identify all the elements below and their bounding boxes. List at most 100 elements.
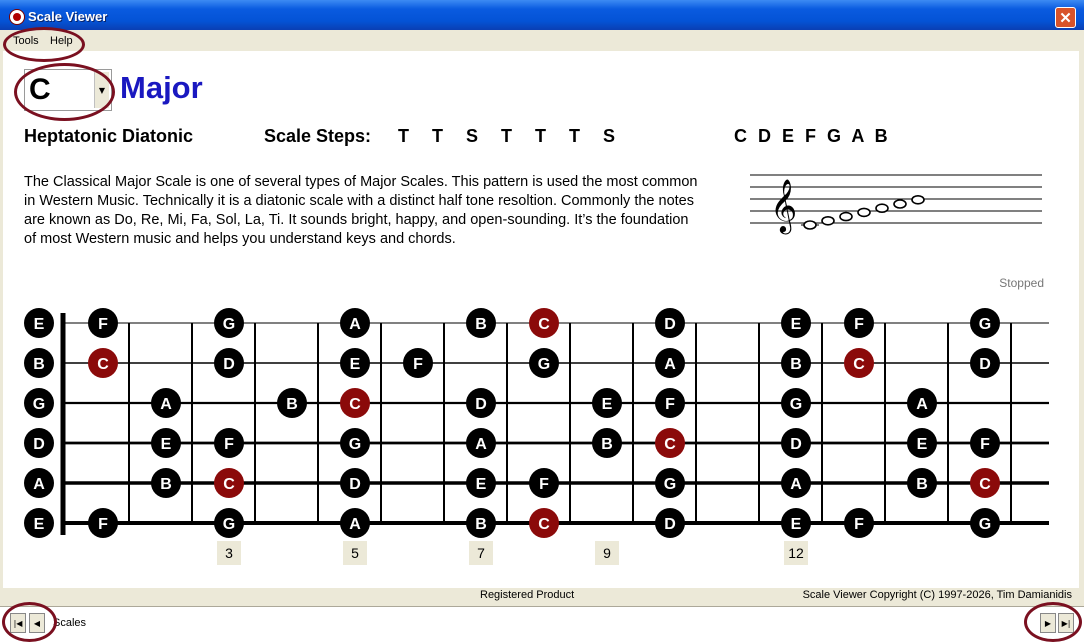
note-label: A — [790, 476, 802, 493]
note-label: C — [664, 436, 676, 453]
scale-name: Major — [120, 70, 203, 105]
note-label: D — [790, 436, 802, 453]
note-label: A — [160, 396, 172, 413]
note-label: E — [917, 436, 928, 453]
menu-help[interactable]: Help — [50, 35, 73, 47]
note-label: C — [538, 516, 550, 533]
note-label: B — [475, 316, 487, 333]
note-label: G — [33, 396, 45, 413]
fret-marker-label: 7 — [477, 545, 485, 561]
note-label: E — [791, 516, 802, 533]
note-label: D — [664, 316, 676, 333]
navigation-label: Scales — [53, 617, 87, 629]
note-label: A — [475, 436, 487, 453]
note-label: C — [853, 356, 865, 373]
note-label: G — [790, 396, 802, 413]
app-icon — [9, 9, 25, 25]
note-label: G — [979, 516, 991, 533]
note-label: B — [790, 356, 802, 373]
next-button[interactable]: ▶ — [1040, 613, 1056, 633]
note-label: G — [349, 436, 361, 453]
fretboard: 3 5 7 9 12 E B G D A E F G A B C D E F G C D E F G A B C D A B C D E F G A E F… — [24, 308, 1049, 565]
music-staff: 𝄞 — [750, 174, 1042, 234]
note-label: F — [98, 516, 108, 533]
fret-marker-label: 3 — [225, 545, 233, 561]
note-label: G — [223, 516, 235, 533]
footer-bar: Registered Product Scale Viewer Copyrigh… — [3, 588, 1079, 606]
note-label: G — [223, 316, 235, 333]
note-label: A — [349, 316, 361, 333]
note-label: F — [413, 356, 423, 373]
note-label: C — [349, 396, 361, 413]
staff-note-G — [875, 203, 889, 214]
note-label: A — [349, 516, 361, 533]
fret-marker-label: 12 — [788, 545, 804, 561]
treble-clef-icon: 𝄞 — [770, 178, 797, 234]
note-label: B — [916, 476, 928, 493]
note-label: C — [979, 476, 991, 493]
app-window: Scale Viewer ✕ Tools Help C ▼ Major Hept… — [0, 0, 1084, 643]
navigation-bar: |◀ ◀ Scales ▶ ▶| — [0, 606, 1084, 643]
fret-marker-label: 9 — [603, 545, 611, 561]
chevron-down-icon[interactable]: ▼ — [94, 72, 109, 108]
staff-note-E — [839, 211, 853, 222]
close-button[interactable]: ✕ — [1055, 7, 1076, 28]
note-label: G — [979, 316, 991, 333]
menu-bar: Tools Help — [0, 30, 1084, 51]
key-dropdown[interactable]: C ▼ — [24, 69, 112, 111]
registered-text: Registered Product — [480, 589, 575, 601]
note-label: F — [980, 436, 990, 453]
staff-note-D — [821, 215, 835, 226]
note-label: B — [160, 476, 172, 493]
note-label: A — [33, 476, 45, 493]
window-title: Scale Viewer — [28, 9, 108, 24]
note-label: C — [97, 356, 109, 373]
note-label: D — [223, 356, 235, 373]
note-label: G — [664, 476, 676, 493]
fret-marker-label: 5 — [351, 545, 359, 561]
note-label: D — [979, 356, 991, 373]
scale-type: Heptatonic Diatonic — [24, 126, 194, 146]
last-button[interactable]: ▶| — [1058, 613, 1074, 633]
note-label: B — [33, 356, 45, 373]
note-label: E — [34, 316, 45, 333]
first-button[interactable]: |◀ — [10, 613, 26, 633]
scale-description: The Classical Major Scale is one of seve… — [24, 174, 698, 247]
prev-button[interactable]: ◀ — [29, 613, 45, 633]
note-label: F — [665, 396, 675, 413]
note-label: B — [601, 436, 613, 453]
note-label: F — [98, 316, 108, 333]
scale-steps-value: T T S T T T S — [398, 126, 624, 146]
scale-notes: C D E F G A B — [734, 126, 891, 146]
note-label: E — [476, 476, 487, 493]
copyright-text: Scale Viewer Copyright (C) 1997-2026, Ti… — [802, 589, 1072, 601]
note-label: B — [475, 516, 487, 533]
staff-note-C — [803, 220, 817, 230]
staff-note-B — [911, 194, 925, 205]
note-label: D — [349, 476, 361, 493]
title-bar[interactable]: Scale Viewer ✕ — [0, 0, 1084, 30]
note-label: D — [475, 396, 487, 413]
note-label: E — [602, 396, 613, 413]
note-label: D — [664, 516, 676, 533]
note-label: F — [539, 476, 549, 493]
scale-steps-label: Scale Steps: — [264, 126, 372, 146]
key-dropdown-value: C — [29, 73, 51, 106]
note-label: F — [224, 436, 234, 453]
note-label: A — [916, 396, 928, 413]
note-label: E — [791, 316, 802, 333]
note-label: A — [664, 356, 676, 373]
note-label: D — [33, 436, 45, 453]
staff-note-A — [893, 199, 907, 209]
note-label: E — [350, 356, 361, 373]
note-label: E — [34, 516, 45, 533]
menu-tools[interactable]: Tools — [13, 35, 39, 47]
staff-note-F — [857, 207, 871, 218]
note-label: E — [161, 436, 172, 453]
note-label: C — [223, 476, 235, 493]
staff-notes — [801, 194, 925, 230]
note-label: B — [286, 396, 298, 413]
playback-status: Stopped — [999, 276, 1044, 290]
note-label: C — [538, 316, 550, 333]
note-label: F — [854, 516, 864, 533]
